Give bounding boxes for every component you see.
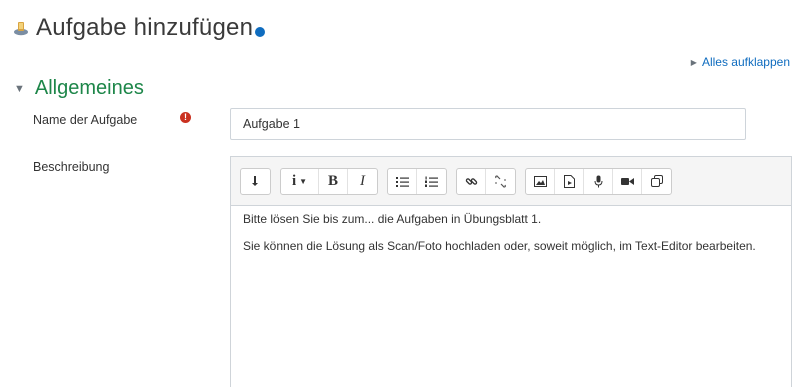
help-icon[interactable] xyxy=(255,27,266,37)
triangle-right-icon: ▶ xyxy=(690,57,697,67)
assignment-icon xyxy=(14,22,28,36)
paragraph-styles-icon[interactable]: i ▼ xyxy=(281,168,319,194)
record-video-icon[interactable] xyxy=(613,168,642,194)
link-icon[interactable] xyxy=(457,168,486,194)
page: Aufgabe hinzufügen ▶ Alles aufklappen ▼ … xyxy=(0,0,802,387)
italic-icon[interactable]: I xyxy=(348,169,377,194)
page-header: Aufgabe hinzufügen xyxy=(12,14,266,42)
manage-files-icon[interactable] xyxy=(642,169,671,194)
bold-icon[interactable]: B xyxy=(319,168,348,194)
ordered-list-icon[interactable] xyxy=(417,169,446,194)
expand-all-link[interactable]: ▶ Alles aufklappen xyxy=(691,55,790,69)
editor-toolbar: i ▼ B I xyxy=(231,157,791,206)
chevron-down-icon[interactable]: ▼ xyxy=(14,83,25,95)
toolbar-group-collapse xyxy=(240,167,271,195)
expand-all-label: Alles aufklappen xyxy=(701,55,790,69)
unordered-list-icon[interactable] xyxy=(388,168,417,194)
section-header[interactable]: ▼ Allgemeines xyxy=(14,77,144,100)
toolbar-group-lists xyxy=(387,167,447,195)
show-more-icon[interactable] xyxy=(241,169,270,194)
editor-paragraph-1: Bitte lösen Sie bis zum... die Aufgaben … xyxy=(243,212,542,226)
toolbar-group-links xyxy=(456,167,516,195)
editor-content[interactable]: Bitte lösen Sie bis zum... die Aufgaben … xyxy=(231,206,791,268)
unlink-icon[interactable] xyxy=(486,169,515,194)
description-editor[interactable]: i ▼ B I Bitte lösen Sie bis zum... die A… xyxy=(230,156,792,387)
record-audio-icon[interactable] xyxy=(584,168,613,194)
toolbar-group-style: i ▼ B I xyxy=(280,167,378,195)
image-icon[interactable] xyxy=(526,168,555,194)
toolbar-group-media xyxy=(525,167,672,195)
media-icon[interactable] xyxy=(555,168,584,194)
editor-paragraph-2: Sie können die Lösung als Scan/Foto hoch… xyxy=(243,239,756,253)
name-label: Name der Aufgabe xyxy=(33,113,138,127)
section-title: Allgemeines xyxy=(34,77,144,99)
description-label: Beschreibung xyxy=(33,160,110,174)
assignment-name-input[interactable] xyxy=(230,108,746,140)
required-icon: ! xyxy=(180,112,191,123)
page-title: Aufgabe hinzufügen xyxy=(36,14,254,41)
